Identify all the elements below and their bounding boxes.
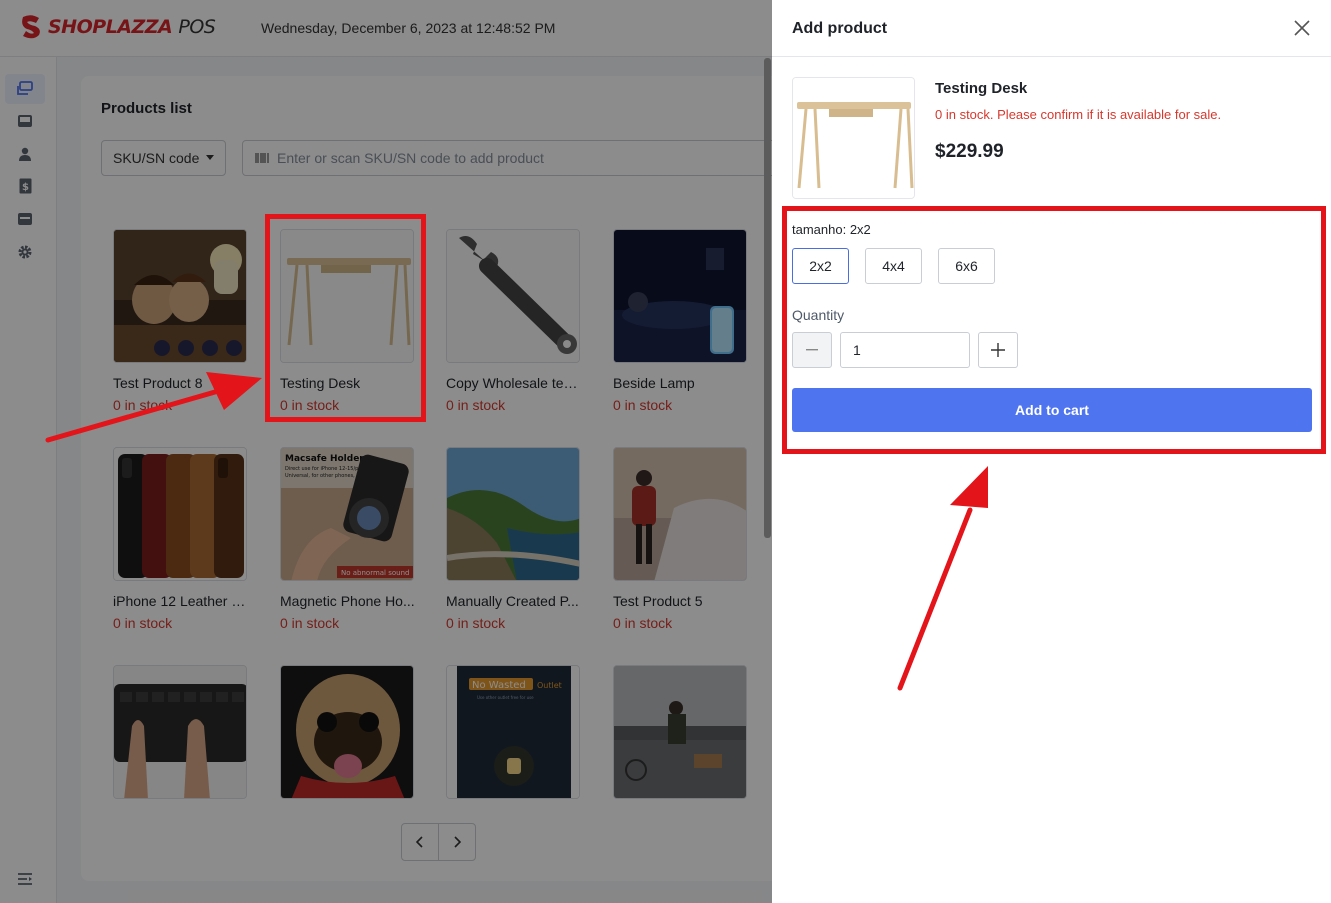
product-price: $229.99 — [935, 141, 1004, 162]
drawer-title: Add product — [792, 20, 888, 37]
product-image — [792, 77, 915, 199]
highlight-box-product — [265, 214, 426, 422]
close-button[interactable] — [1291, 17, 1313, 39]
highlight-box-form — [782, 206, 1326, 454]
product-name: Testing Desk — [935, 80, 1028, 97]
drawer-header: Add product — [772, 0, 1331, 57]
modal-backdrop[interactable] — [0, 0, 772, 903]
close-icon — [1294, 20, 1310, 36]
stock-warning: 0 in stock. Please confirm if it is avai… — [935, 107, 1222, 122]
